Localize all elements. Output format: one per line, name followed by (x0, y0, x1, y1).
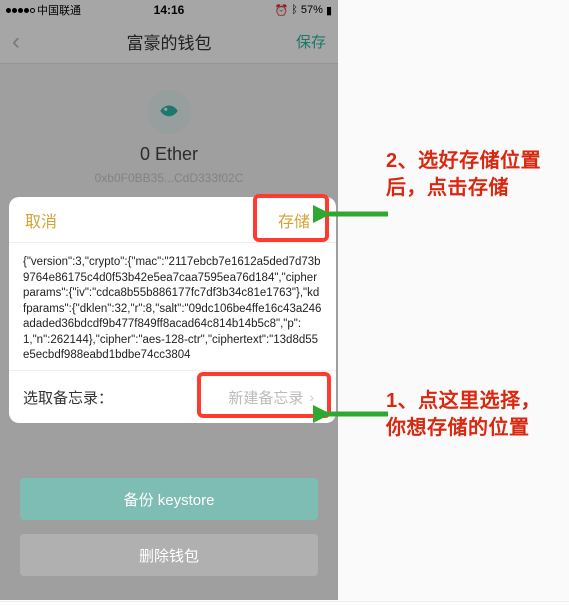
cancel-button[interactable]: 取消 (25, 208, 57, 232)
footer-divider (0, 601, 569, 605)
sheet-header: 取消 存储 (9, 197, 336, 243)
highlight-store (256, 197, 326, 239)
memo-label: 选取备忘录： (23, 387, 113, 408)
annotations: 2、选好存储位置后，点击存储 1、点这里选择，你想存储的位置 (352, 0, 569, 600)
keystore-json: {"version":3,"crypto":{"mac":"2117ebcb7e… (9, 243, 336, 371)
memo-row: 选取备忘录： 新建备忘录 › (9, 371, 336, 423)
delete-wallet-button[interactable]: 删除钱包 (20, 534, 318, 576)
bottom-buttons: 备份 keystore 删除钱包 (20, 478, 318, 576)
backup-keystore-button[interactable]: 备份 keystore (20, 478, 318, 520)
export-sheet: 取消 存储 {"version":3,"crypto":{"mac":"2117… (9, 197, 336, 423)
highlight-memo (200, 375, 328, 415)
phone-screen: 中国联通 14:16 ⏰ ᛒ 57% ▮ ‹ 富豪的钱包 保存 0 Ether … (0, 0, 338, 600)
annotation-2: 2、选好存储位置后，点击存储 (386, 148, 561, 202)
annotation-1: 1、点这里选择，你想存储的位置 (386, 388, 561, 442)
